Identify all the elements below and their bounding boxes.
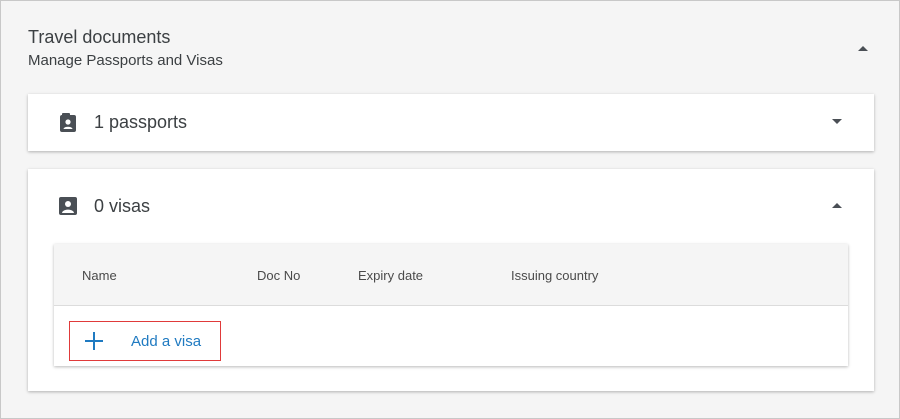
collapse-section-icon[interactable] xyxy=(854,41,872,55)
add-visa-label: Add a visa xyxy=(131,333,202,350)
add-visa-button[interactable]: Add a visa xyxy=(69,321,221,361)
section-header: Travel documents Manage Passports and Vi… xyxy=(28,25,878,75)
visas-card: 0 visas Name Doc No Expiry date Issuing … xyxy=(28,169,874,391)
section-subtitle: Manage Passports and Visas xyxy=(28,52,223,69)
column-header-issuing-country[interactable]: Issuing country xyxy=(511,268,598,283)
table-header: Name Doc No Expiry date Issuing country xyxy=(54,244,848,306)
column-header-expiry-date[interactable]: Expiry date xyxy=(358,268,423,283)
travel-documents-panel: Travel documents Manage Passports and Vi… xyxy=(0,0,900,419)
passports-count: 1 passports xyxy=(94,112,188,132)
visas-count: 0 visas xyxy=(94,196,151,216)
section-title: Travel documents xyxy=(28,27,171,47)
visas-table: Name Doc No Expiry date Issuing country … xyxy=(54,244,848,366)
column-header-doc-no[interactable]: Doc No xyxy=(257,268,300,283)
plus-icon xyxy=(85,332,103,350)
passports-card[interactable]: 1 passports xyxy=(28,94,874,151)
passport-icon xyxy=(60,113,76,132)
column-header-name[interactable]: Name xyxy=(82,268,117,283)
collapse-visas-icon[interactable] xyxy=(830,200,844,210)
expand-passports-icon[interactable] xyxy=(830,117,844,127)
visa-id-icon xyxy=(59,197,77,215)
